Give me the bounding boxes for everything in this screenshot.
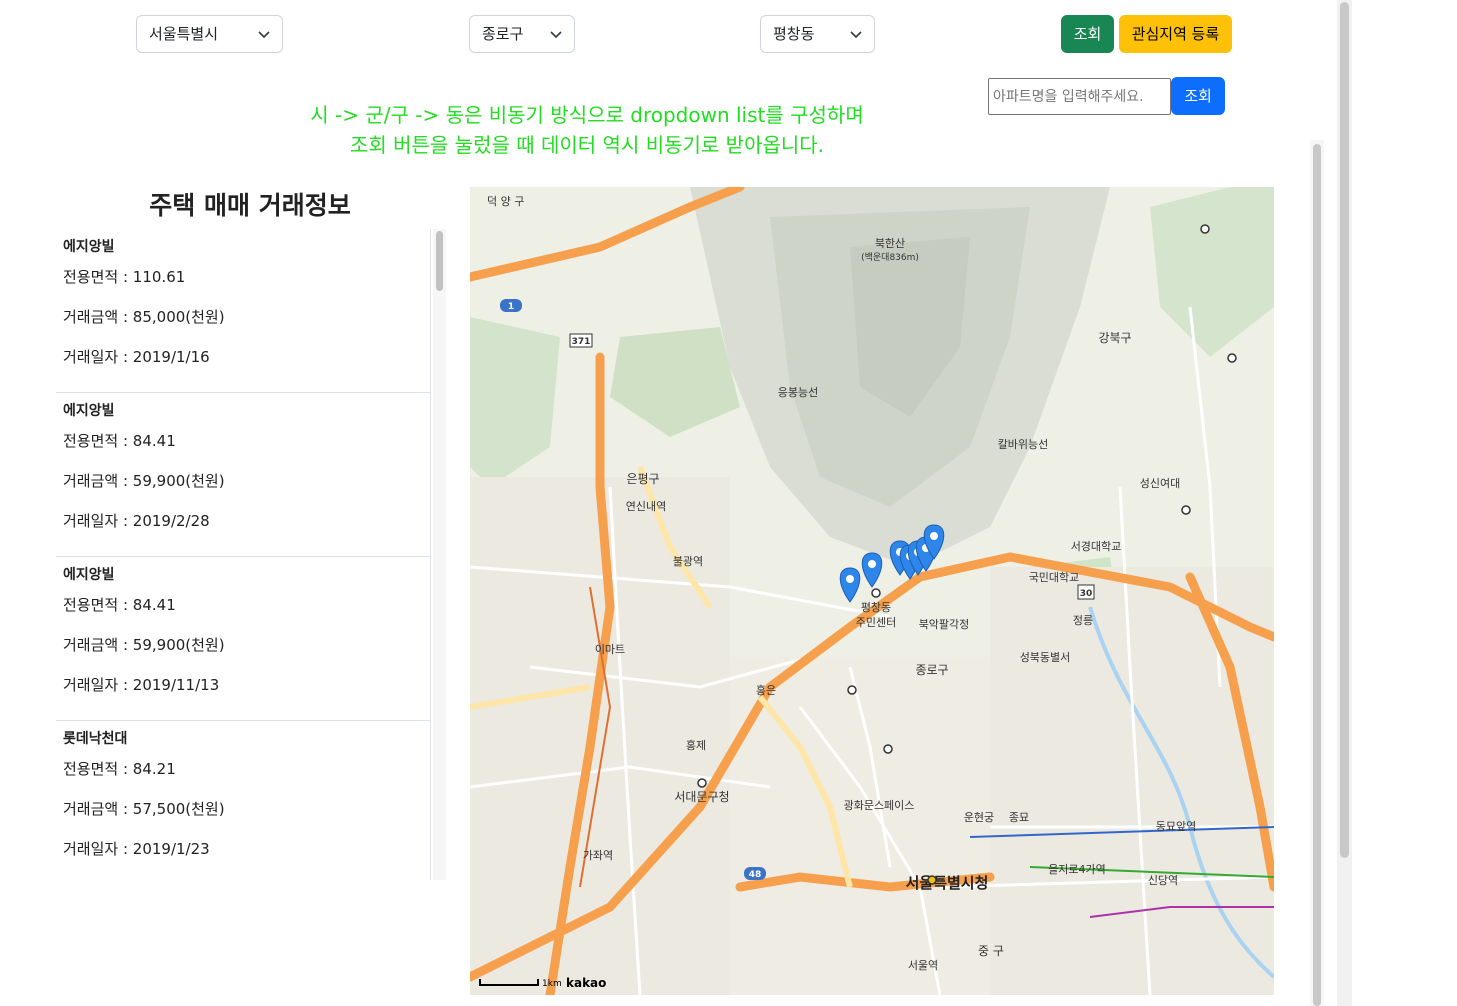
map-place-label: 서경대학교 [1071,540,1122,553]
price-text: 거래금액 : 85,000(천원) [63,308,225,326]
chevron-down-icon [850,31,862,39]
route-label: 371 [572,337,591,347]
map-place-label: 중 구 [978,944,1004,958]
price-text: 거래금액 : 59,900(천원) [63,636,225,654]
route-label: 30 [1080,589,1093,599]
map-place-label: 덕 양 구 [487,195,524,208]
map-canvas: 1 371 30 48 덕 양 구 북한산 (백운대836m) 응봉능선 칼바위… [470,187,1274,995]
map-place-label: 서울특별시청 [906,874,989,892]
map-place-label: 평창동 [861,601,891,614]
list-item[interactable]: 롯데낙천대 전용면적 : 84.21 거래금액 : 57,500(천원) 거래일… [56,721,430,880]
add-favorite-area-button[interactable]: 관심지역 등록 [1119,15,1232,53]
map-place-label: 북한산 [875,237,905,250]
apartment-name-input[interactable] [988,78,1171,115]
list-scrollbar-thumb[interactable] [436,231,443,291]
dong-select[interactable]: 평창동 [760,15,875,53]
content-scrollbar-thumb[interactable] [1313,144,1321,1006]
price-text: 거래금액 : 59,900(천원) [63,472,225,490]
city-select-value: 서울특별시 [149,25,219,43]
search-button[interactable]: 조회 [1061,15,1114,53]
map-place-label: 은평구 [626,472,659,486]
map-place-label: 응봉능선 [778,386,818,399]
district-select[interactable]: 종로구 [469,15,575,53]
map-place-label: 연신내역 [626,500,666,513]
area-text: 전용면적 : 84.21 [63,760,176,778]
apartment-search-button[interactable]: 조회 [1171,77,1225,115]
map-place-label: 칼바위능선 [998,438,1049,451]
deal-list-container: 에지앙빌 전용면적 : 110.61 거래금액 : 85,000(천원) 거래일… [56,229,446,880]
kakao-logo: kakao [566,976,606,990]
area-text: 전용면적 : 84.41 [63,432,176,450]
map-place-label: 종로구 [915,663,948,677]
map-place-label: 성북동별서 [1020,651,1071,664]
map-place-label: 성신여대 [1140,477,1180,490]
list-item[interactable]: 에지앙빌 전용면적 : 110.61 거래금액 : 85,000(천원) 거래일… [56,229,430,393]
date-text: 거래일자 : 2019/11/13 [63,676,220,694]
content-scrollbar[interactable] [1310,140,1324,1006]
map-place-label: 종묘 [1009,811,1029,824]
async-note-line1: 시 -> 군/구 -> 동은 비동기 방식으로 dropdown list를 구… [310,103,864,127]
chevron-down-icon [550,31,562,39]
map-place-label: 이마트 [595,643,625,656]
apartment-name: 에지앙빌 [63,403,115,419]
map-place-label: 국민대학교 [1029,571,1080,584]
chevron-down-icon [258,31,270,39]
map-place-label: 홍제 [686,738,706,752]
route-label: 1 [508,302,514,312]
page-scrollbar[interactable] [1337,0,1352,1006]
map-place-label: 광화문스페이스 [844,799,915,812]
map-place-label: 홍은 [756,683,776,697]
map-place-label: 불광역 [673,555,703,568]
area-text: 전용면적 : 110.61 [63,268,186,286]
deal-list: 에지앙빌 전용면적 : 110.61 거래금액 : 85,000(천원) 거래일… [56,229,431,880]
route-label: 48 [749,870,762,880]
apartment-name: 에지앙빌 [63,239,115,255]
list-item[interactable]: 에지앙빌 전용면적 : 84.41 거래금액 : 59,900(천원) 거래일자… [56,557,430,721]
async-note-line2: 조회 버튼을 눌렀을 때 데이터 역시 비동기로 받아옵니다. [349,133,825,157]
map-place-label: (백운대836m) [861,252,919,263]
map-place-label: 운현궁 [964,811,994,824]
apartment-name: 에지앙빌 [63,567,115,583]
map-place-label: 동묘앞역 [1156,820,1196,833]
map-place-label: 서울역 [908,959,938,972]
date-text: 거래일자 : 2019/1/16 [63,348,210,366]
map-place-label: 북악팔각정 [919,618,970,631]
map-place-label: 정릉 [1073,614,1093,627]
async-note: 시 -> 군/구 -> 동은 비동기 방식으로 dropdown list를 구… [240,100,934,160]
dong-select-value: 평창동 [773,25,815,43]
date-text: 거래일자 : 2019/2/28 [63,512,210,530]
district-select-value: 종로구 [482,25,524,43]
map-place-label: 주민센터 [856,616,896,629]
date-text: 거래일자 : 2019/1/23 [63,840,210,858]
map-place-label: 을지로4가역 [1048,863,1106,876]
scale-label: 1km [542,979,562,989]
area-text: 전용면적 : 84.41 [63,596,176,614]
list-item[interactable]: 에지앙빌 전용면적 : 84.41 거래금액 : 59,900(천원) 거래일자… [56,393,430,557]
page-scrollbar-thumb[interactable] [1340,2,1349,858]
map-place-label: 강북구 [1098,331,1131,345]
list-scrollbar[interactable] [433,229,446,880]
apartment-name: 롯데낙천대 [63,731,128,747]
price-text: 거래금액 : 57,500(천원) [63,800,225,818]
map-place-label: 가좌역 [583,849,613,862]
kakao-map[interactable]: 1 371 30 48 덕 양 구 북한산 (백운대836m) 응봉능선 칼바위… [470,187,1274,995]
panel-title: 주택 매매 거래정보 [149,191,351,220]
map-place-label: 신당역 [1148,874,1178,887]
city-select[interactable]: 서울특별시 [136,15,283,53]
map-place-label: 서대문구청 [674,790,729,804]
